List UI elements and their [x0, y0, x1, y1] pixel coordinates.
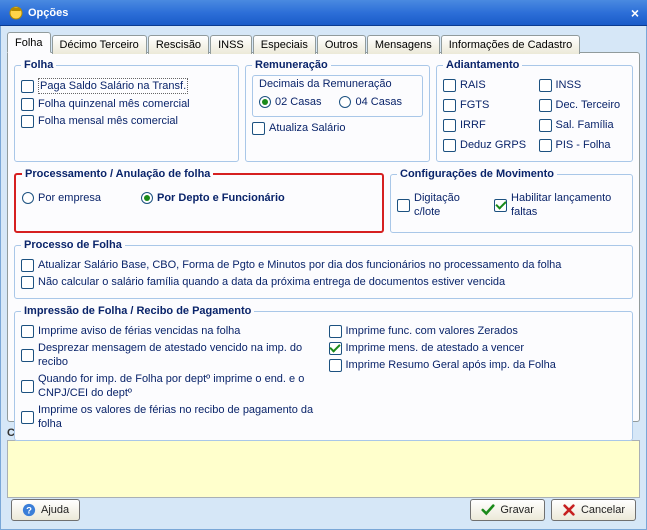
chk-imprime-resumo-geral[interactable]: Imprime Resumo Geral após imp. da Folha	[329, 358, 627, 372]
group-adiantamento-legend: Adiantamento	[443, 59, 522, 71]
chk-dec-terceiro[interactable]: Dec. Terceiro	[539, 98, 627, 112]
check-icon	[481, 503, 495, 517]
chk-rais[interactable]: RAIS	[443, 78, 531, 92]
chk-habilitar-lancamento-faltas[interactable]: Habilitar lançamento faltas	[494, 191, 626, 219]
chk-sal-familia[interactable]: Sal. Família	[539, 118, 627, 132]
chk-fgts[interactable]: FGTS	[443, 98, 531, 112]
title-bar: Opções ×	[0, 0, 647, 26]
chk-pis-folha[interactable]: PIS - Folha	[539, 138, 627, 152]
group-folha-legend: Folha	[21, 59, 56, 71]
group-processamento-anulacao: Processamento / Anulação de folha Por em…	[14, 168, 384, 233]
chk-imprime-end-cnpj-depto[interactable]: Quando for imp. de Folha por deptº impri…	[21, 372, 319, 400]
tab-decimo-terceiro[interactable]: Décimo Terceiro	[52, 35, 147, 54]
chk-imprime-func-zerados[interactable]: Imprime func. com valores Zerados	[329, 324, 627, 338]
cancel-button[interactable]: Cancelar	[551, 499, 636, 521]
chk-atualizar-salario-base[interactable]: Atualizar Salário Base, CBO, Forma de Pg…	[21, 258, 626, 272]
chk-atualiza-salario[interactable]: Atualiza Salário	[252, 121, 423, 135]
tab-mensagens[interactable]: Mensagens	[367, 35, 440, 54]
group-adiantamento: Adiantamento RAIS INSS FGTS Dec. Terceir…	[436, 59, 633, 162]
chk-desprezar-msg-atestado[interactable]: Desprezar mensagem de atestado vencido n…	[21, 341, 319, 369]
chk-paga-saldo-transf[interactable]: Paga Saldo Salário na Transf.	[21, 78, 232, 94]
chk-inss[interactable]: INSS	[539, 78, 627, 92]
window-title: Opções	[28, 7, 68, 19]
radio-02-casas[interactable]: 02 Casas	[259, 95, 321, 109]
group-processamento-legend: Processamento / Anulação de folha	[22, 168, 213, 180]
decimais-label: Decimais da Remuneração	[259, 78, 416, 90]
group-config-movimento-legend: Configurações de Movimento	[397, 168, 557, 180]
radio-04-casas[interactable]: 04 Casas	[339, 95, 401, 109]
save-button-label: Gravar	[500, 504, 534, 516]
help-button-label: Ajuda	[41, 504, 69, 516]
app-icon	[8, 5, 24, 21]
cancel-button-label: Cancelar	[581, 504, 625, 516]
group-decimais: Decimais da Remuneração 02 Casas 04 Casa…	[252, 75, 423, 117]
chk-digitacao-lote[interactable]: Digitação c/lote	[397, 191, 480, 219]
group-remuneracao: Remuneração Decimais da Remuneração 02 C…	[245, 59, 430, 162]
chk-nao-calcular-salario-familia[interactable]: Não calcular o salário família quando a …	[21, 275, 626, 289]
chk-folha-quinzenal[interactable]: Folha quinzenal mês comercial	[21, 97, 232, 111]
save-button[interactable]: Gravar	[470, 499, 545, 521]
chk-imprime-mens-atestado-vencer[interactable]: Imprime mens. de atestado a vencer	[329, 341, 627, 355]
tab-strip: Folha Décimo Terceiro Rescisão INSS Espe…	[7, 32, 640, 53]
group-processo-legend: Processo de Folha	[21, 239, 125, 251]
comment-textarea[interactable]	[7, 440, 640, 498]
group-processo-folha: Processo de Folha Atualizar Salário Base…	[14, 239, 633, 299]
cancel-icon	[562, 503, 576, 517]
help-button[interactable]: ? Ajuda	[11, 499, 80, 521]
group-remuneracao-legend: Remuneração	[252, 59, 331, 71]
chk-imprime-valores-ferias[interactable]: Imprime os valores de férias no recibo d…	[21, 403, 319, 431]
button-row: ? Ajuda Gravar Cancelar	[11, 499, 636, 521]
close-icon[interactable]: ×	[631, 5, 639, 21]
group-impressao: Impressão de Folha / Recibo de Pagamento…	[14, 305, 633, 441]
tab-inss[interactable]: INSS	[210, 35, 252, 54]
chk-imprime-aviso-ferias[interactable]: Imprime aviso de férias vencidas na folh…	[21, 324, 319, 338]
tab-outros[interactable]: Outros	[317, 35, 366, 54]
chk-folha-mensal[interactable]: Folha mensal mês comercial	[21, 114, 232, 128]
radio-por-depto-funcionario[interactable]: Por Depto e Funcionário	[141, 191, 285, 205]
tab-rescisao[interactable]: Rescisão	[148, 35, 209, 54]
help-icon: ?	[22, 503, 36, 517]
group-folha: Folha Paga Saldo Salário na Transf. Folh…	[14, 59, 239, 162]
svg-text:?: ?	[26, 506, 32, 517]
chk-irrf[interactable]: IRRF	[443, 118, 531, 132]
chk-deduz-grps[interactable]: Deduz GRPS	[443, 138, 531, 152]
radio-por-empresa[interactable]: Por empresa	[22, 191, 101, 205]
tab-informacoes-cadastro[interactable]: Informações de Cadastro	[441, 35, 581, 54]
group-config-movimento: Configurações de Movimento Digitação c/l…	[390, 168, 633, 233]
tab-page-folha: Folha Paga Saldo Salário na Transf. Folh…	[7, 52, 640, 422]
tab-especiais[interactable]: Especiais	[253, 35, 316, 54]
tab-folha[interactable]: Folha	[7, 32, 51, 53]
client-area: Folha Décimo Terceiro Rescisão INSS Espe…	[0, 26, 647, 530]
group-impressao-legend: Impressão de Folha / Recibo de Pagamento	[21, 305, 254, 317]
